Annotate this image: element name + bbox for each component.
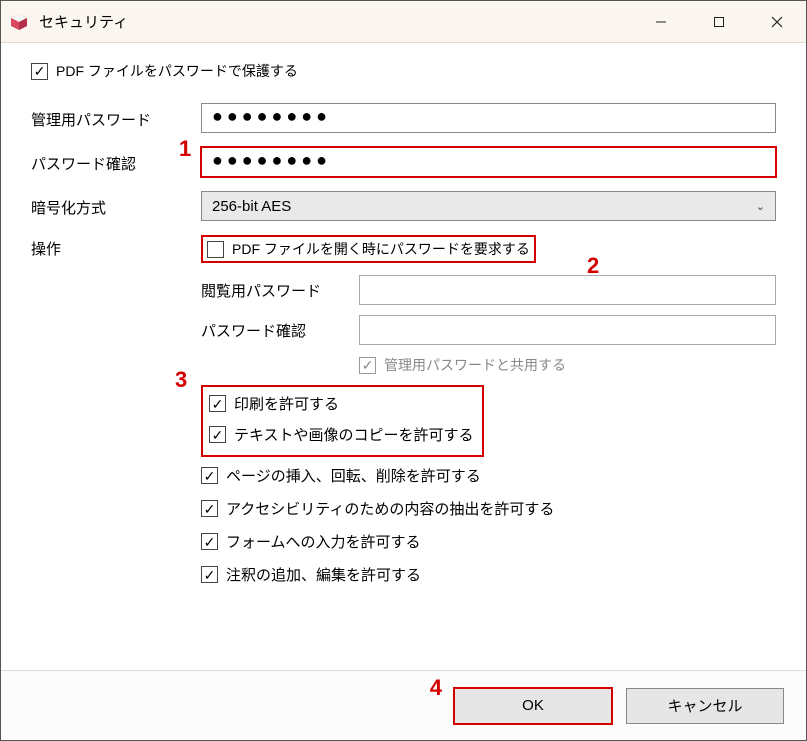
minimize-button[interactable] bbox=[632, 1, 690, 42]
protect-label: PDF ファイルをパスワードで保護する bbox=[56, 61, 298, 81]
allow-print-label: 印刷を許可する bbox=[234, 393, 339, 414]
encryption-label: 暗号化方式 bbox=[31, 194, 201, 218]
cancel-button-label: キャンセル bbox=[667, 695, 742, 716]
protect-checkbox[interactable] bbox=[31, 63, 48, 80]
allow-print-row: 印刷を許可する bbox=[209, 393, 474, 414]
allow-annotation-checkbox[interactable] bbox=[201, 566, 218, 583]
confirm-password-input[interactable]: ●●●●●●●● bbox=[201, 147, 776, 177]
annotation-1: 1 bbox=[179, 136, 191, 162]
view-password-label: 閲覧用パスワード bbox=[201, 280, 359, 301]
encryption-value: 256-bit AES bbox=[212, 198, 291, 215]
annotation-2: 2 bbox=[587, 253, 599, 279]
ok-button[interactable]: OK bbox=[454, 688, 612, 724]
security-dialog: セキュリティ PDF ファイルをパスワードで保護する 管理用パスワード ●●●●… bbox=[0, 0, 807, 741]
allow-accessibility-label: アクセシビリティのための内容の抽出を許可する bbox=[226, 498, 554, 519]
allow-annotation-row: 注釈の追加、編集を許可する bbox=[201, 564, 776, 585]
annotation-3: 3 bbox=[175, 367, 187, 393]
allow-form-checkbox[interactable] bbox=[201, 533, 218, 550]
allow-accessibility-checkbox[interactable] bbox=[201, 500, 218, 517]
button-bar: 4 OK キャンセル bbox=[1, 670, 806, 740]
allow-copy-checkbox[interactable] bbox=[209, 426, 226, 443]
encryption-select[interactable]: 256-bit AES ⌄ bbox=[201, 191, 776, 221]
admin-password-input[interactable]: ●●●●●●●● bbox=[201, 103, 776, 133]
allow-page-ops-row: ページの挿入、回転、削除を許可する bbox=[201, 465, 776, 486]
allow-print-checkbox[interactable] bbox=[209, 395, 226, 412]
admin-password-label: 管理用パスワード bbox=[31, 106, 201, 130]
admin-password-row: 管理用パスワード ●●●●●●●● bbox=[31, 103, 776, 133]
operations-block: 操作 PDF ファイルを開く時にパスワードを要求する 2 閲覧用パスワード bbox=[31, 235, 776, 597]
allow-page-ops-checkbox[interactable] bbox=[201, 467, 218, 484]
view-password-subform: 閲覧用パスワード パスワード確認 管理用パスワードと共用する bbox=[201, 275, 776, 375]
protect-checkbox-row: PDF ファイルをパスワードで保護する bbox=[31, 61, 776, 81]
titlebar: セキュリティ bbox=[1, 1, 806, 43]
window-controls bbox=[632, 1, 806, 42]
ok-button-label: OK bbox=[522, 697, 544, 714]
encryption-row: 暗号化方式 256-bit AES ⌄ bbox=[31, 191, 776, 221]
require-open-password-row: PDF ファイルを開く時にパスワードを要求する bbox=[201, 235, 536, 263]
confirm-password-row: パスワード確認 1 ●●●●●●●● bbox=[31, 147, 776, 177]
allow-copy-label: テキストや画像のコピーを許可する bbox=[234, 424, 474, 445]
allow-form-row: フォームへの入力を許可する bbox=[201, 531, 776, 552]
allow-page-ops-label: ページの挿入、回転、削除を許可する bbox=[226, 465, 481, 486]
allow-accessibility-row: アクセシビリティのための内容の抽出を許可する bbox=[201, 498, 776, 519]
chevron-down-icon: ⌄ bbox=[756, 200, 765, 213]
window-title: セキュリティ bbox=[39, 11, 632, 32]
permissions-group-highlight: 印刷を許可する テキストや画像のコピーを許可する bbox=[201, 385, 484, 457]
operations-label: 操作 bbox=[31, 235, 201, 597]
allow-annotation-label: 注釈の追加、編集を許可する bbox=[226, 564, 421, 585]
dialog-content: PDF ファイルをパスワードで保護する 管理用パスワード ●●●●●●●● パス… bbox=[1, 43, 806, 670]
view-password-confirm-input[interactable] bbox=[359, 315, 776, 345]
maximize-button[interactable] bbox=[690, 1, 748, 42]
close-button[interactable] bbox=[748, 1, 806, 42]
allow-form-label: フォームへの入力を許可する bbox=[226, 531, 421, 552]
view-password-input[interactable] bbox=[359, 275, 776, 305]
view-password-confirm-label: パスワード確認 bbox=[201, 320, 359, 341]
allow-copy-row: テキストや画像のコピーを許可する bbox=[209, 424, 474, 445]
share-admin-password-label: 管理用パスワードと共用する bbox=[384, 355, 566, 375]
confirm-password-label: パスワード確認 bbox=[31, 156, 136, 173]
require-open-password-label: PDF ファイルを開く時にパスワードを要求する bbox=[232, 239, 530, 259]
share-admin-password-checkbox bbox=[359, 357, 376, 374]
annotation-4: 4 bbox=[430, 675, 442, 701]
cancel-button[interactable]: キャンセル bbox=[626, 688, 784, 724]
require-open-password-checkbox[interactable] bbox=[207, 241, 224, 258]
app-icon bbox=[9, 12, 29, 32]
